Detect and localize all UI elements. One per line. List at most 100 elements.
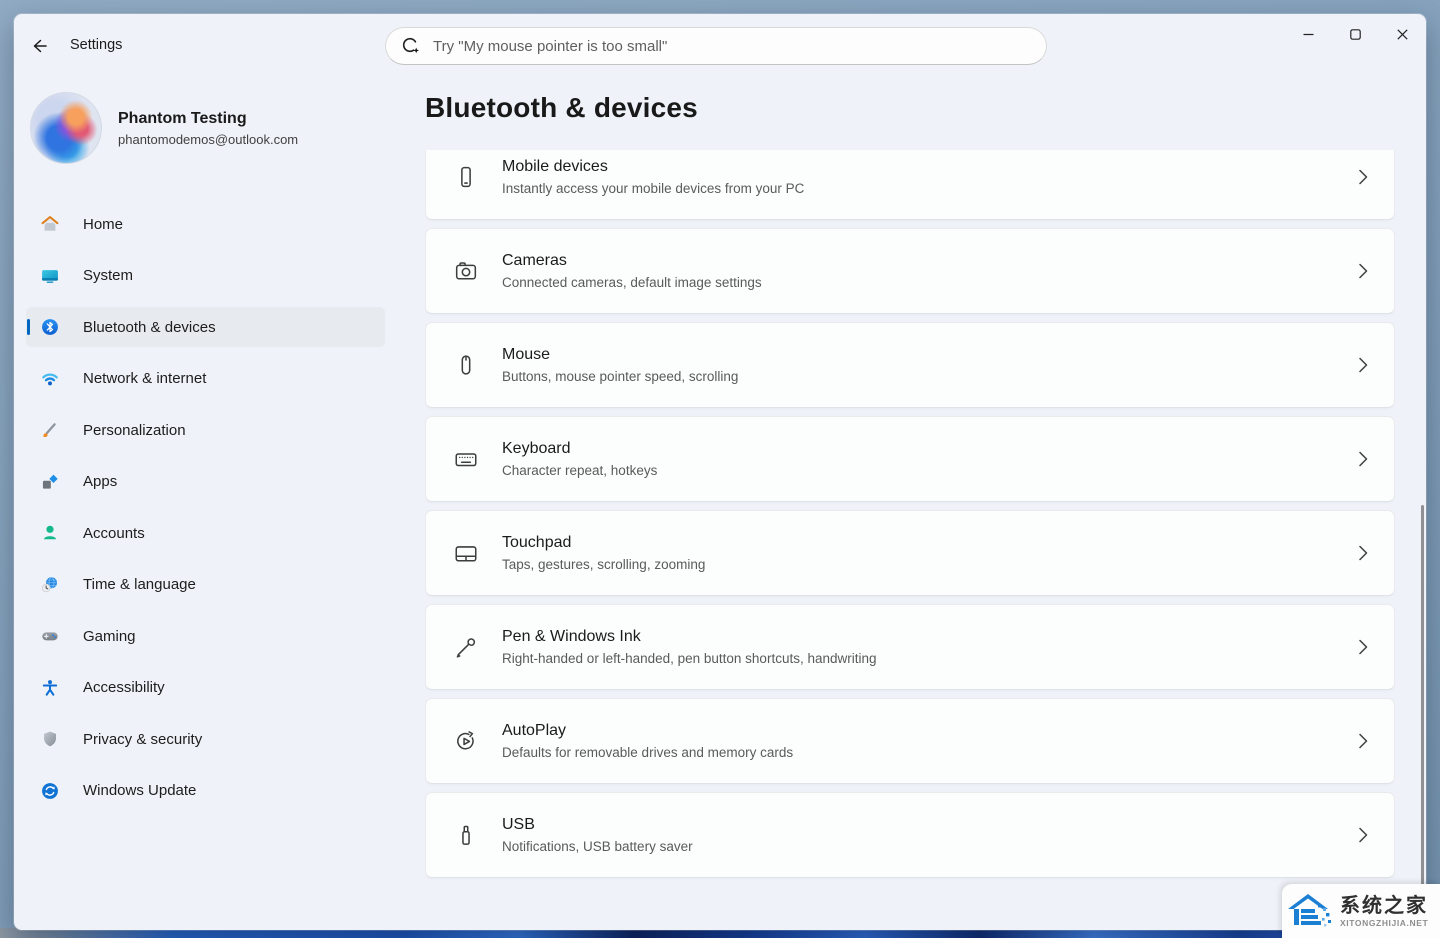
avatar (30, 92, 102, 164)
card-subtitle: Defaults for removable drives and memory… (502, 745, 794, 760)
card-mobile-devices[interactable]: Mobile devices Instantly access your mob… (425, 150, 1395, 220)
card-subtitle: Connected cameras, default image setting… (502, 275, 762, 290)
card-title: Mobile devices (502, 157, 608, 175)
apps-icon (40, 472, 60, 492)
maximize-button[interactable] (1332, 14, 1379, 54)
account-email: phantomodemos@outlook.com (118, 131, 299, 147)
sidebar-item-label: System (83, 267, 134, 284)
close-button[interactable] (1379, 14, 1426, 54)
sidebar-item-home[interactable]: Home (26, 204, 385, 244)
card-title: Mouse (502, 346, 551, 363)
sidebar-item-gaming[interactable]: Gaming (26, 616, 385, 656)
sidebar-item-windows-update[interactable]: Windows Update (26, 771, 385, 811)
personalization-icon (40, 420, 60, 440)
sidebar-item-accounts[interactable]: Accounts (26, 513, 385, 553)
xitongzhijia-logo-icon (1288, 892, 1336, 930)
sidebar-item-personalization[interactable]: Personalization (26, 410, 385, 450)
sidebar-item-label: Personalization (83, 421, 186, 439)
card-title: AutoPlay (502, 722, 567, 739)
sidebar-item-label: Accessibility (83, 679, 165, 696)
search-box[interactable] (385, 27, 1047, 65)
card-subtitle: Character repeat, hotkeys (502, 463, 658, 478)
close-icon (1397, 28, 1408, 40)
app-title: Settings (70, 37, 123, 53)
card-subtitle: Taps, gestures, scrolling, zooming (502, 557, 706, 572)
search-input[interactable] (433, 28, 1046, 64)
accounts-icon (40, 523, 60, 543)
card-subtitle: Buttons, mouse pointer speed, scrolling (502, 369, 739, 384)
chevron-right-icon (1359, 639, 1368, 655)
chevron-right-icon (1359, 733, 1368, 749)
account-name: Phantom Testing (118, 109, 247, 127)
gaming-icon (40, 626, 60, 646)
card-mouse[interactable]: Mouse Buttons, mouse pointer speed, scro… (425, 322, 1395, 408)
pen-icon (453, 634, 479, 660)
sidebar-item-label: Gaming (83, 627, 136, 645)
usb-icon (453, 822, 479, 848)
bluetooth-icon (40, 317, 60, 337)
card-cameras[interactable]: Cameras Connected cameras, default image… (425, 228, 1395, 314)
home-icon (40, 214, 60, 234)
card-keyboard[interactable]: Keyboard Character repeat, hotkeys (425, 416, 1395, 502)
minimize-icon (1303, 33, 1314, 35)
sidebar-item-label: Time & language (83, 576, 196, 593)
account-block[interactable]: Phantom Testing phantomodemos@outlook.co… (30, 92, 298, 164)
card-subtitle: Right-handed or left-handed, pen button … (502, 651, 877, 666)
card-title: Keyboard (502, 440, 571, 457)
mobile-devices-icon (453, 164, 479, 190)
windows-update-icon (40, 781, 60, 801)
sidebar-item-label: Bluetooth & devices (83, 318, 216, 336)
titlebar: Settings (14, 14, 1426, 78)
page-title: Bluetooth & devices (425, 92, 698, 123)
chevron-right-icon (1359, 545, 1368, 561)
sidebar: Phantom Testing phantomodemos@outlook.co… (14, 78, 410, 930)
sidebar-item-label: Home (83, 215, 124, 233)
watermark-domain: XITONGZHIJIA.NET (1340, 917, 1429, 928)
card-title: Pen & Windows Ink (502, 628, 641, 645)
sidebar-item-privacy-security[interactable]: Privacy & security (26, 719, 385, 759)
shield-icon (40, 729, 60, 749)
search-icon (401, 36, 421, 56)
back-button[interactable] (22, 30, 56, 62)
card-pen-windows-ink[interactable]: Pen & Windows Ink Right-handed or left-h… (425, 604, 1395, 690)
mouse-icon (453, 352, 479, 378)
chevron-right-icon (1359, 451, 1368, 467)
chevron-right-icon (1359, 357, 1368, 373)
time-language-icon (40, 575, 60, 595)
settings-card-list: Mobile devices Instantly access your mob… (425, 150, 1395, 930)
window-controls (1285, 14, 1426, 54)
sidebar-item-network-internet[interactable]: Network & internet (26, 359, 385, 399)
sidebar-item-apps[interactable]: Apps (26, 462, 385, 502)
sidebar-item-time-language[interactable]: Time & language (26, 565, 385, 605)
card-title: USB (502, 816, 535, 833)
watermark: 系统之家 XITONGZHIJIA.NET (1282, 884, 1440, 938)
sidebar-item-label: Windows Update (83, 782, 197, 799)
content-scrollbar[interactable] (1421, 505, 1424, 920)
selected-indicator (27, 319, 30, 335)
card-subtitle: Notifications, USB battery saver (502, 839, 693, 854)
back-arrow-icon (33, 39, 47, 53)
maximize-icon (1350, 28, 1361, 40)
sidebar-item-label: Network & internet (83, 370, 207, 387)
sidebar-item-bluetooth-devices[interactable]: Bluetooth & devices (26, 307, 385, 347)
system-icon (40, 266, 60, 286)
sidebar-item-label: Privacy & security (83, 730, 203, 748)
card-touchpad[interactable]: Touchpad Taps, gestures, scrolling, zoom… (425, 510, 1395, 596)
sidebar-item-system[interactable]: System (26, 256, 385, 296)
keyboard-icon (453, 446, 479, 472)
chevron-right-icon (1359, 827, 1368, 843)
accessibility-icon (40, 678, 60, 698)
settings-window: Settings Try "My mouse pointer is too sm… (14, 14, 1426, 930)
sidebar-item-label: Apps (83, 473, 118, 490)
card-title: Cameras (502, 252, 567, 269)
card-autoplay[interactable]: AutoPlay Defaults for removable drives a… (425, 698, 1395, 784)
watermark-name: 系统之家 (1340, 894, 1428, 917)
minimize-button[interactable] (1285, 14, 1332, 54)
network-icon (40, 369, 60, 389)
sidebar-nav: Home System Bluetooth & devices Network … (26, 204, 385, 822)
touchpad-icon (453, 540, 479, 566)
sidebar-item-accessibility[interactable]: Accessibility (26, 668, 385, 708)
chevron-right-icon (1359, 263, 1368, 279)
card-usb[interactable]: USB Notifications, USB battery saver (425, 792, 1395, 878)
sidebar-item-label: Accounts (83, 524, 145, 542)
